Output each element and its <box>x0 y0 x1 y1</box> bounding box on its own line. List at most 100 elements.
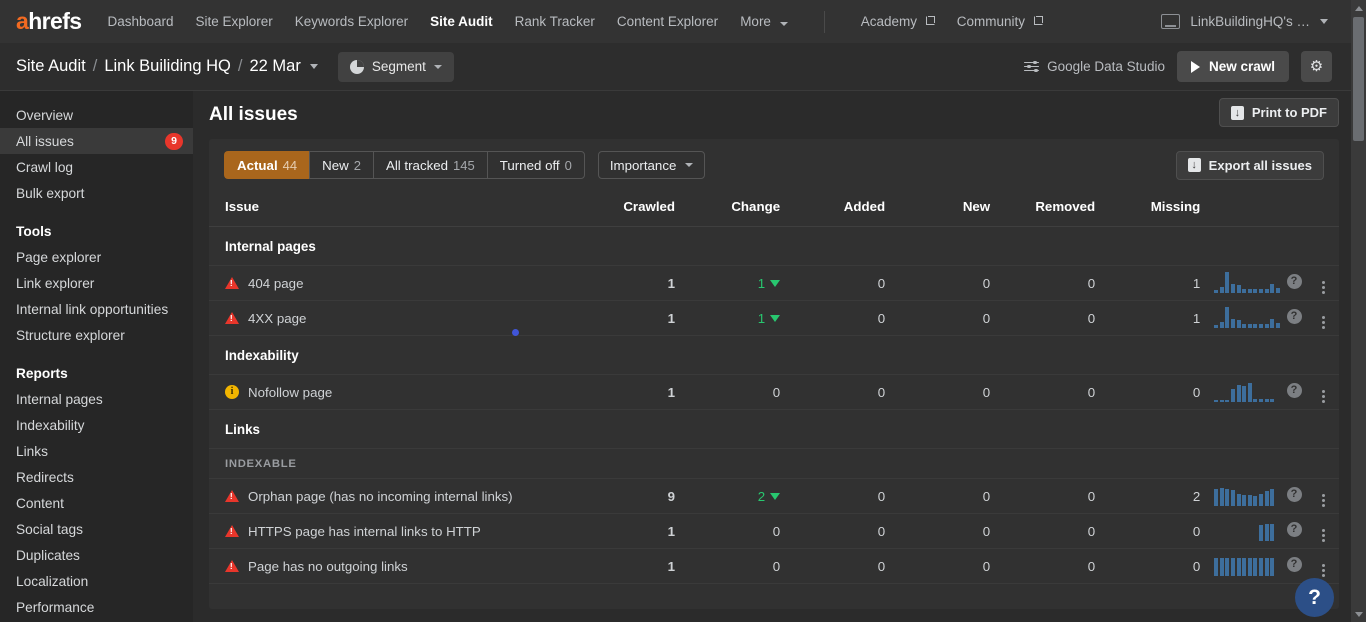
ahrefs-logo[interactable]: ahrefs <box>16 8 81 35</box>
sidebar-item-content[interactable]: Content <box>0 490 193 516</box>
nav-item-site-explorer[interactable]: Site Explorer <box>196 14 273 29</box>
sidebar-item-internal-link-opportunities[interactable]: Internal link opportunities <box>0 296 193 322</box>
sidebar-item-performance[interactable]: Performance <box>0 594 193 620</box>
new-value: 0 <box>885 375 990 410</box>
sparkline-chart <box>1214 271 1280 293</box>
scrollbar-up-button[interactable] <box>1351 0 1366 16</box>
tab-turned-off[interactable]: Turned off 0 <box>487 151 585 179</box>
tab-actual[interactable]: Actual 44 <box>224 151 309 179</box>
nav-item-academy-label: Academy <box>861 14 917 29</box>
breadcrumb-project[interactable]: Link Builiding HQ <box>104 57 231 76</box>
issues-table-header: Issue Crawled Change Added New Removed M… <box>209 191 1339 227</box>
sidebar-item-overview[interactable]: Overview <box>0 102 193 128</box>
kebab-menu-icon[interactable] <box>1322 281 1325 295</box>
sparkline-chart <box>1214 380 1280 402</box>
table-row[interactable]: Page has no outgoing links100000 <box>209 549 1339 584</box>
column-header-missing[interactable]: Missing <box>1095 191 1200 227</box>
sidebar-item-redirects[interactable]: Redirects <box>0 464 193 490</box>
sparkline-bar <box>1265 289 1269 293</box>
sparkline-chart <box>1214 306 1280 328</box>
settings-button[interactable]: ⚙ <box>1301 51 1332 82</box>
help-cell <box>1280 266 1309 301</box>
column-header-issue[interactable]: Issue <box>209 191 607 227</box>
sidebar-item-structure-explorer[interactable]: Structure explorer <box>0 322 193 348</box>
help-circle-icon[interactable] <box>1287 309 1302 324</box>
help-cell <box>1280 479 1309 514</box>
chevron-down-icon[interactable] <box>310 64 318 69</box>
export-all-issues-button[interactable]: Export all issues <box>1176 151 1324 180</box>
importance-dropdown[interactable]: Importance <box>598 151 706 179</box>
help-circle-icon[interactable] <box>1287 383 1302 398</box>
kebab-menu-icon[interactable] <box>1322 316 1325 330</box>
sidebar-item-bulk-export[interactable]: Bulk export <box>0 180 193 206</box>
help-fab-button[interactable]: ? <box>1295 578 1334 617</box>
issue-name-cell[interactable]: 404 page <box>209 266 607 301</box>
nav-item-content-explorer[interactable]: Content Explorer <box>617 14 718 29</box>
google-data-studio-link[interactable]: Google Data Studio <box>1024 59 1165 74</box>
kebab-menu-icon[interactable] <box>1322 390 1325 404</box>
nav-item-academy[interactable]: Academy <box>861 14 935 29</box>
issue-name-cell[interactable]: Nofollow page <box>209 375 607 410</box>
issue-name-cell[interactable]: 4XX page <box>209 301 607 336</box>
table-row[interactable]: Orphan page (has no incoming internal li… <box>209 479 1339 514</box>
print-to-pdf-button[interactable]: Print to PDF <box>1219 98 1339 127</box>
issue-label: HTTPS page has internal links to HTTP <box>248 524 481 539</box>
nav-item-rank-tracker[interactable]: Rank Tracker <box>515 14 595 29</box>
new-crawl-button[interactable]: New crawl <box>1177 51 1289 82</box>
table-row[interactable]: HTTPS page has internal links to HTTP100… <box>209 514 1339 549</box>
sparkline-bar <box>1248 495 1252 506</box>
kebab-menu-icon[interactable] <box>1322 494 1325 508</box>
sparkline-bar <box>1248 324 1252 328</box>
segment-button[interactable]: Segment <box>338 52 454 82</box>
sidebar-item-localization[interactable]: Localization <box>0 568 193 594</box>
actions-cell <box>1308 301 1339 336</box>
chevron-down-icon[interactable] <box>1320 19 1328 24</box>
sidebar-item-link-explorer[interactable]: Link explorer <box>0 270 193 296</box>
new-value: 0 <box>885 549 990 584</box>
issue-name-cell[interactable]: HTTPS page has internal links to HTTP <box>209 514 607 549</box>
sidebar-item-all-issues[interactable]: All issues 9 <box>0 128 193 154</box>
change-value: 1 <box>675 301 780 336</box>
sidebar-item-page-explorer[interactable]: Page explorer <box>0 244 193 270</box>
nav-item-more[interactable]: More <box>740 14 788 29</box>
nav-item-dashboard[interactable]: Dashboard <box>107 14 173 29</box>
column-header-crawled[interactable]: Crawled <box>607 191 675 227</box>
nav-item-community[interactable]: Community <box>957 14 1043 29</box>
table-row[interactable]: Nofollow page100000 <box>209 375 1339 410</box>
table-row[interactable]: 404 page110001 <box>209 266 1339 301</box>
scrollbar-down-button[interactable] <box>1351 606 1366 622</box>
sidebar-item-crawl-log[interactable]: Crawl log <box>0 154 193 180</box>
column-header-removed[interactable]: Removed <box>990 191 1095 227</box>
sidebar-item-links[interactable]: Links <box>0 438 193 464</box>
issue-name-cell[interactable]: Orphan page (has no incoming internal li… <box>209 479 607 514</box>
column-header-new[interactable]: New <box>885 191 990 227</box>
sparkline-bar <box>1231 558 1235 576</box>
nav-item-keywords-explorer[interactable]: Keywords Explorer <box>295 14 408 29</box>
table-row[interactable]: 4XX page110001 <box>209 301 1339 336</box>
sidebar-item-duplicates[interactable]: Duplicates <box>0 542 193 568</box>
help-circle-icon[interactable] <box>1287 274 1302 289</box>
sidebar-item-label: Localization <box>16 574 88 589</box>
help-circle-icon[interactable] <box>1287 557 1302 572</box>
scrollbar-thumb[interactable] <box>1353 17 1364 141</box>
nav-item-site-audit[interactable]: Site Audit <box>430 14 493 29</box>
sidebar-item-internal-pages[interactable]: Internal pages <box>0 386 193 412</box>
help-circle-icon[interactable] <box>1287 522 1302 537</box>
sidebar-item-social-tags[interactable]: Social tags <box>0 516 193 542</box>
column-header-change[interactable]: Change <box>675 191 780 227</box>
kebab-menu-icon[interactable] <box>1322 529 1325 543</box>
pie-chart-icon <box>350 60 364 74</box>
issue-name-cell[interactable]: Page has no outgoing links <box>209 549 607 584</box>
page-scrollbar[interactable] <box>1351 0 1366 622</box>
breadcrumb-site-audit[interactable]: Site Audit <box>16 57 86 76</box>
tab-all-tracked[interactable]: All tracked 145 <box>373 151 487 179</box>
tab-new[interactable]: New 2 <box>309 151 373 179</box>
sidebar-item-indexability[interactable]: Indexability <box>0 412 193 438</box>
column-header-added[interactable]: Added <box>780 191 885 227</box>
kebab-menu-icon[interactable] <box>1322 564 1325 578</box>
sparkline-bar <box>1231 490 1235 506</box>
breadcrumb-date[interactable]: 22 Mar <box>249 57 300 76</box>
help-circle-icon[interactable] <box>1287 487 1302 502</box>
sidebar-item-label: Performance <box>16 600 94 615</box>
account-name[interactable]: LinkBuildingHQ's … <box>1190 14 1310 29</box>
